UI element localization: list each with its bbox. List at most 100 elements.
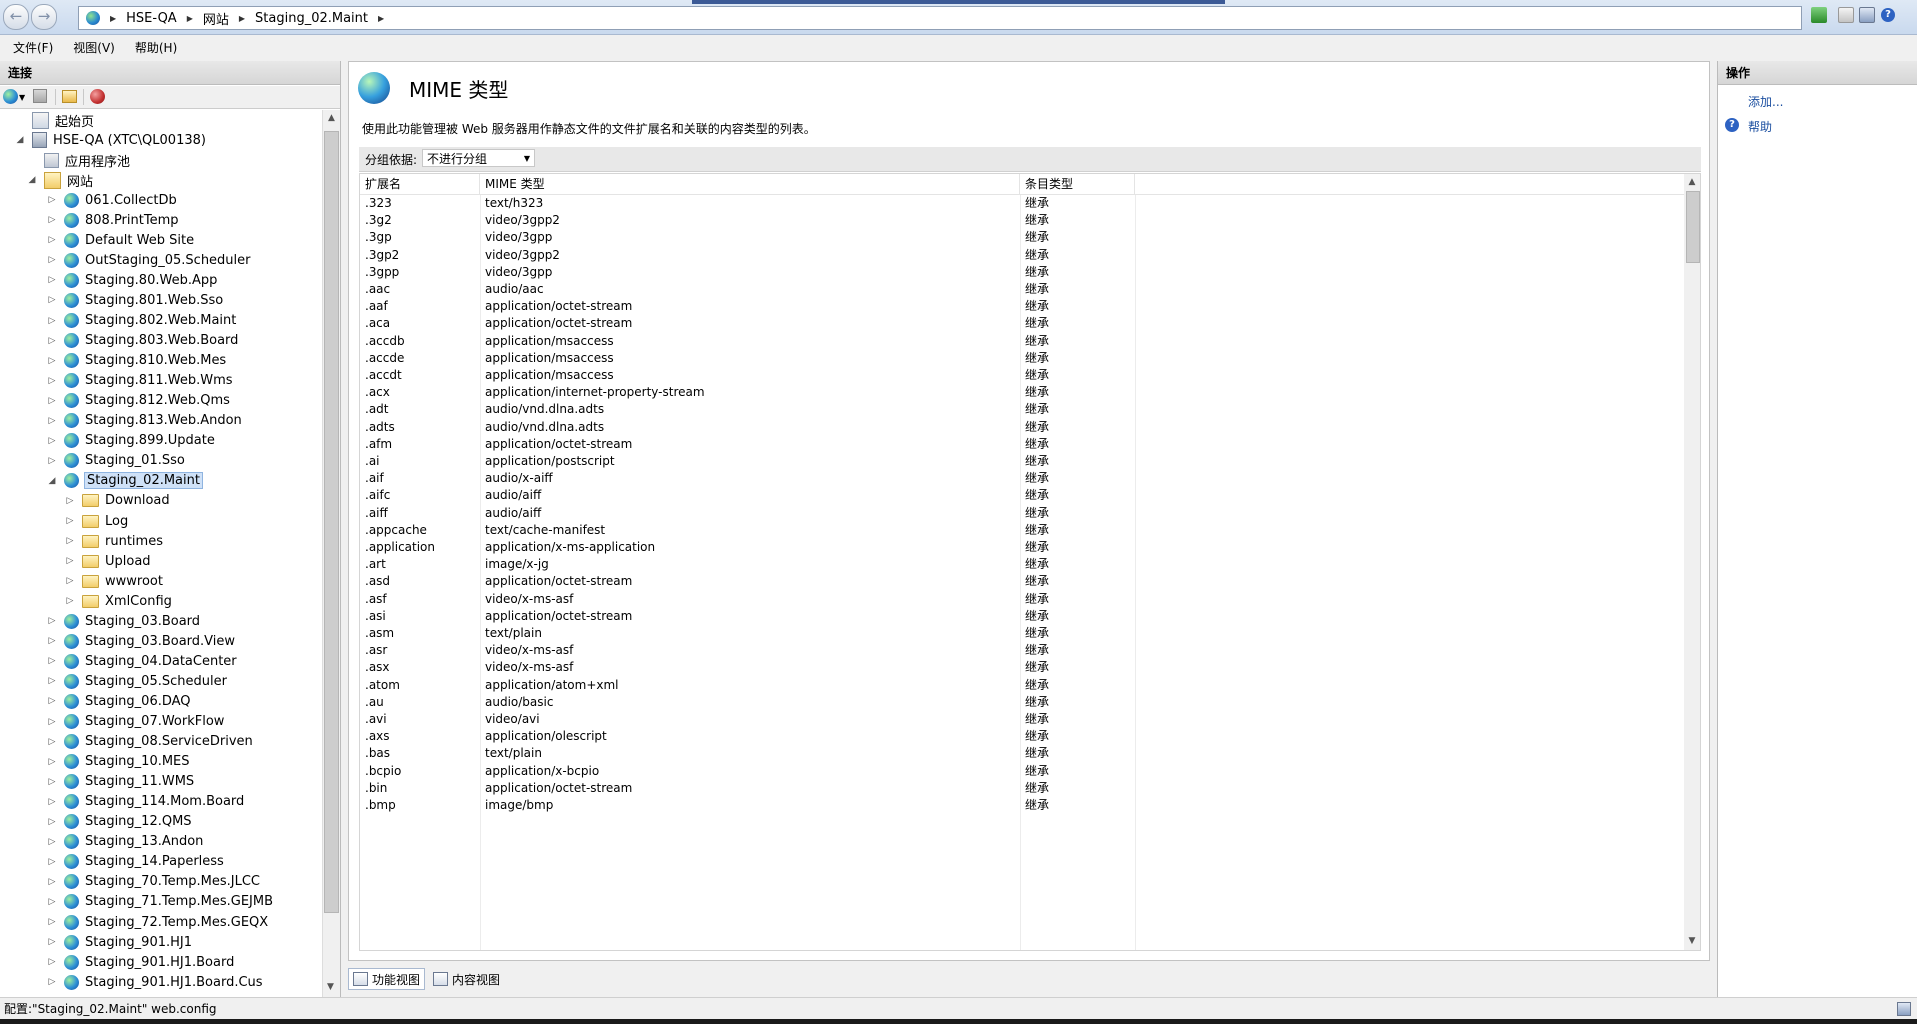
expand-icon[interactable]: ▷ bbox=[46, 937, 58, 947]
table-row[interactable]: .asm text/plain 继承 bbox=[360, 625, 1684, 642]
help-icon[interactable]: ? bbox=[1881, 8, 1895, 22]
expand-icon[interactable]: ▷ bbox=[46, 376, 58, 386]
expand-icon[interactable]: ▷ bbox=[46, 977, 58, 987]
scroll-down-icon[interactable]: ▼ bbox=[1684, 933, 1700, 950]
tree-node[interactable]: ▷ Staging_901.HJ1 bbox=[46, 932, 192, 952]
tree-node[interactable]: ▷ Staging_06.DAQ bbox=[46, 691, 191, 711]
expand-icon[interactable]: ▷ bbox=[46, 255, 58, 265]
expand-icon[interactable]: ▷ bbox=[46, 737, 58, 747]
tree-node[interactable]: ▷ XmlConfig bbox=[64, 591, 172, 611]
expand-icon[interactable]: ▷ bbox=[46, 215, 58, 225]
breadcrumb-item-site[interactable]: Staging_02.Maint bbox=[255, 11, 368, 26]
open-folder-icon[interactable] bbox=[62, 90, 77, 103]
breadcrumb-item-sites[interactable]: 网站 bbox=[203, 9, 229, 28]
tree-node[interactable]: 应用程序池 bbox=[26, 150, 130, 170]
back-button[interactable]: ← bbox=[3, 4, 29, 30]
table-row[interactable]: .asd application/octet-stream 继承 bbox=[360, 573, 1684, 590]
expand-icon[interactable]: ▷ bbox=[46, 837, 58, 847]
tree-node[interactable]: ▷ Staging.803.Web.Board bbox=[46, 331, 238, 351]
expand-icon[interactable]: ▷ bbox=[46, 295, 58, 305]
table-row[interactable]: .323 text/h323 继承 bbox=[360, 195, 1684, 212]
expand-icon[interactable]: ▷ bbox=[46, 356, 58, 366]
expand-icon[interactable]: ▷ bbox=[64, 596, 76, 606]
tree-node[interactable]: ▷ Staging.899.Update bbox=[46, 431, 215, 451]
tree-node[interactable]: ▷ Staging.811.Web.Wms bbox=[46, 371, 233, 391]
table-row[interactable]: .afm application/octet-stream 继承 bbox=[360, 436, 1684, 453]
tree-node[interactable]: ▷ Staging.80.Web.App bbox=[46, 270, 217, 290]
tree-node[interactable]: ▷ Staging.810.Web.Mes bbox=[46, 351, 226, 371]
expand-icon[interactable]: ▷ bbox=[46, 917, 58, 927]
connect-icon[interactable] bbox=[1811, 7, 1827, 23]
table-scrollbar[interactable]: ▲ ▼ bbox=[1684, 174, 1700, 950]
disconnect-icon[interactable] bbox=[90, 89, 105, 104]
expand-icon[interactable]: ▷ bbox=[46, 857, 58, 867]
tree-node[interactable]: ▷ 061.CollectDb bbox=[46, 190, 177, 210]
table-row[interactable]: .accde application/msaccess 继承 bbox=[360, 350, 1684, 367]
tree-scroll-thumb[interactable] bbox=[324, 131, 339, 913]
expand-icon[interactable]: ▷ bbox=[46, 676, 58, 686]
expand-icon[interactable]: ▷ bbox=[46, 235, 58, 245]
table-row[interactable]: .art image/x-jg 继承 bbox=[360, 556, 1684, 573]
scroll-down-icon[interactable]: ▼ bbox=[322, 979, 339, 996]
add-action-link[interactable]: 添加... bbox=[1748, 93, 1783, 110]
tab-features-view[interactable]: 功能视图 bbox=[348, 968, 426, 990]
table-row[interactable]: .aif audio/x-aiff 继承 bbox=[360, 470, 1684, 487]
expand-icon[interactable]: ▷ bbox=[46, 817, 58, 827]
mail-icon[interactable] bbox=[1838, 7, 1854, 23]
table-row[interactable]: .aac audio/aac 继承 bbox=[360, 281, 1684, 298]
expand-icon[interactable]: ▷ bbox=[46, 416, 58, 426]
collapse-icon[interactable]: ◢ bbox=[26, 175, 38, 185]
tree-node[interactable]: ▷ Staging_70.Temp.Mes.JLCC bbox=[46, 872, 260, 892]
tree-node[interactable]: ▷ 808.PrintTemp bbox=[46, 210, 179, 230]
expand-icon[interactable]: ▷ bbox=[46, 616, 58, 626]
collapse-icon[interactable]: ◢ bbox=[14, 135, 26, 145]
tree-node[interactable]: ▷ Log bbox=[64, 511, 129, 531]
tree-node[interactable]: ▷ OutStaging_05.Scheduler bbox=[46, 250, 251, 270]
scroll-up-icon[interactable]: ▲ bbox=[323, 110, 340, 127]
table-row[interactable]: .atom application/atom+xml 继承 bbox=[360, 677, 1684, 694]
tree-node[interactable]: 起始页 bbox=[14, 110, 94, 130]
tree-node[interactable]: ▷ Staging_14.Paperless bbox=[46, 852, 224, 872]
tree-node[interactable]: ▷ Staging_71.Temp.Mes.GEJMB bbox=[46, 892, 273, 912]
expand-icon[interactable]: ▷ bbox=[46, 456, 58, 466]
expand-icon[interactable]: ▷ bbox=[46, 897, 58, 907]
table-row[interactable]: .bin application/octet-stream 继承 bbox=[360, 780, 1684, 797]
table-row[interactable]: .aaf application/octet-stream 继承 bbox=[360, 298, 1684, 315]
expand-icon[interactable]: ▷ bbox=[46, 656, 58, 666]
tree-node[interactable]: ▷ Staging_07.WorkFlow bbox=[46, 712, 224, 732]
menu-help[interactable]: 帮助(H) bbox=[135, 39, 177, 56]
tree-node[interactable]: ▷ Download bbox=[64, 491, 170, 511]
tree-node[interactable]: ▷ Staging.812.Web.Qms bbox=[46, 391, 230, 411]
table-scroll-thumb[interactable] bbox=[1686, 191, 1700, 263]
tree-node[interactable]: ◢ HSE-QA (XTC\QL00138) bbox=[14, 130, 206, 150]
tree-node[interactable]: ▷ Staging.801.Web.Sso bbox=[46, 290, 223, 310]
menu-view[interactable]: 视图(V) bbox=[73, 39, 115, 56]
tree-node[interactable]: ▷ Staging_901.HJ1.Board.Cus bbox=[46, 972, 263, 992]
chevron-down-icon[interactable]: ▼ bbox=[19, 93, 25, 102]
table-row[interactable]: .3gpp video/3gpp 继承 bbox=[360, 264, 1684, 281]
tree-node[interactable]: ◢ 网站 bbox=[26, 170, 93, 190]
column-header-entry-type[interactable]: 条目类型 bbox=[1020, 174, 1135, 194]
table-row[interactable]: .bcpio application/x-bcpio 继承 bbox=[360, 763, 1684, 780]
table-row[interactable]: .application application/x-ms-application… bbox=[360, 539, 1684, 556]
expand-icon[interactable]: ▷ bbox=[46, 717, 58, 727]
expand-icon[interactable]: ▷ bbox=[46, 696, 58, 706]
tree-node[interactable]: ▷ Staging_10.MES bbox=[46, 752, 190, 772]
tree-node[interactable]: ▷ Staging.813.Web.Andon bbox=[46, 411, 242, 431]
collapse-icon[interactable]: ◢ bbox=[46, 476, 58, 486]
table-row[interactable]: .adts audio/vnd.dlna.adts 继承 bbox=[360, 419, 1684, 436]
table-row[interactable]: .aifc audio/aiff 继承 bbox=[360, 487, 1684, 504]
table-row[interactable]: .aca application/octet-stream 继承 bbox=[360, 315, 1684, 332]
table-row[interactable]: .aiff audio/aiff 继承 bbox=[360, 505, 1684, 522]
tree-node[interactable]: ▷ Staging_114.Mom.Board bbox=[46, 792, 244, 812]
tree-node[interactable]: ▷ Staging_05.Scheduler bbox=[46, 671, 227, 691]
tree-node[interactable]: ▷ Staging_01.Sso bbox=[46, 451, 185, 471]
tree-node[interactable]: ▷ Staging_901.HJ1.Board bbox=[46, 952, 234, 972]
help-action-link[interactable]: 帮助 bbox=[1748, 118, 1772, 135]
table-row[interactable]: .appcache text/cache-manifest 继承 bbox=[360, 522, 1684, 539]
breadcrumb-item-server[interactable]: HSE-QA bbox=[126, 11, 177, 26]
expand-icon[interactable]: ▷ bbox=[46, 757, 58, 767]
table-row[interactable]: .accdb application/msaccess 继承 bbox=[360, 333, 1684, 350]
tree-node[interactable]: ▷ Staging_72.Temp.Mes.GEQX bbox=[46, 912, 268, 932]
expand-icon[interactable]: ▷ bbox=[64, 516, 76, 526]
